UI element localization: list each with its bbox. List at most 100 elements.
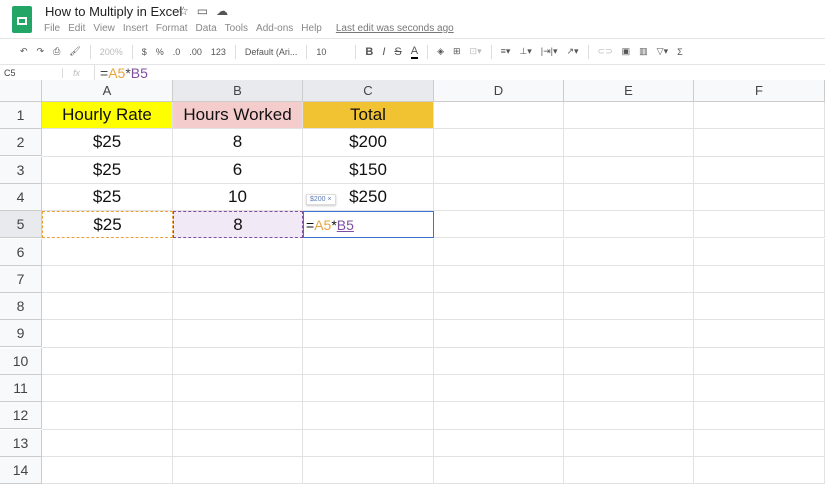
link-icon[interactable]: ⊂⊃ (598, 46, 613, 57)
cell-E3[interactable] (564, 156, 694, 184)
cell-B9[interactable] (173, 320, 303, 348)
cell-C9[interactable] (303, 320, 434, 348)
bold-button[interactable]: B (365, 46, 373, 58)
cell-B8[interactable] (173, 293, 303, 321)
cell-C13[interactable] (303, 429, 434, 457)
cell-F6[interactable] (694, 238, 825, 266)
cell-C12[interactable] (303, 402, 434, 430)
text-wrap-icon[interactable]: |⇥|▾ (541, 46, 558, 57)
cell-F11[interactable] (694, 375, 825, 403)
cell-B7[interactable] (173, 265, 303, 294)
menu-insert[interactable]: Insert (123, 23, 148, 34)
cell-A6[interactable] (42, 238, 173, 266)
cell-E11[interactable] (564, 375, 694, 403)
cell-D3[interactable] (434, 156, 564, 184)
doc-title[interactable]: How to Multiply in Excel (45, 4, 182, 19)
cell-A2[interactable]: $25 (42, 129, 173, 157)
font-size-select[interactable]: 10 (316, 47, 346, 57)
cell-F4[interactable] (694, 183, 825, 212)
cell-D9[interactable] (434, 320, 564, 348)
cell-D10[interactable] (434, 347, 564, 375)
cell-C8[interactable] (303, 293, 434, 321)
cell-B14[interactable] (173, 456, 303, 485)
cell-F8[interactable] (694, 293, 825, 321)
column-header-a[interactable]: A (42, 80, 173, 102)
cell-D6[interactable] (434, 238, 564, 266)
cell-A10[interactable] (42, 347, 173, 375)
redo-icon[interactable]: ↷ (37, 46, 45, 57)
cell-E10[interactable] (564, 347, 694, 375)
cell-D7[interactable] (434, 265, 564, 294)
print-icon[interactable]: ⎙ (53, 46, 60, 57)
cell-C11[interactable] (303, 375, 434, 403)
cell-A7[interactable] (42, 265, 173, 294)
chart-icon[interactable]: ▥ (639, 46, 648, 57)
cell-E12[interactable] (564, 402, 694, 430)
menu-tools[interactable]: Tools (225, 23, 248, 34)
cell-B6[interactable] (173, 238, 303, 266)
menu-addons[interactable]: Add-ons (256, 23, 293, 34)
cell-E6[interactable] (564, 238, 694, 266)
cell-D14[interactable] (434, 456, 564, 485)
cell-F10[interactable] (694, 347, 825, 375)
column-header-c[interactable]: C (303, 80, 434, 102)
row-header-1[interactable]: 1 (0, 102, 42, 129)
cell-F9[interactable] (694, 320, 825, 348)
cell-B13[interactable] (173, 429, 303, 457)
row-header-11[interactable]: 11 (0, 375, 42, 402)
cell-C5[interactable]: = A5 * B5 (303, 211, 434, 239)
undo-icon[interactable]: ↶ (20, 46, 28, 57)
percent-button[interactable]: % (156, 47, 164, 57)
menu-view[interactable]: View (93, 23, 115, 34)
cell-D4[interactable] (434, 183, 564, 212)
star-icon[interactable]: ☆ (178, 4, 189, 18)
menu-format[interactable]: Format (156, 23, 188, 34)
paint-format-icon[interactable]: 🖌 (69, 46, 80, 57)
sheets-logo-icon[interactable] (12, 6, 32, 33)
cell-D13[interactable] (434, 429, 564, 457)
row-header-8[interactable]: 8 (0, 293, 42, 321)
row-header-6[interactable]: 6 (0, 238, 42, 266)
cell-A1[interactable]: Hourly Rate (42, 102, 173, 130)
cell-D8[interactable] (434, 293, 564, 321)
cell-F14[interactable] (694, 456, 825, 485)
cell-E2[interactable] (564, 129, 694, 157)
cell-B3[interactable]: 6 (173, 156, 303, 184)
formula-input[interactable]: =A5*B5 (94, 64, 148, 81)
last-edit-link[interactable]: Last edit was seconds ago (336, 23, 454, 34)
row-header-12[interactable]: 12 (0, 402, 42, 430)
cell-C1[interactable]: Total (303, 102, 434, 130)
column-header-b[interactable]: B (173, 80, 303, 102)
cell-B5[interactable]: 8 (173, 211, 303, 239)
cell-E8[interactable] (564, 293, 694, 321)
row-header-3[interactable]: 3 (0, 156, 42, 184)
cell-B1[interactable]: Hours Worked (173, 102, 303, 130)
cell-E9[interactable] (564, 320, 694, 348)
text-rotate-icon[interactable]: ↗▾ (566, 46, 578, 57)
cell-A13[interactable] (42, 429, 173, 457)
more-formats-button[interactable]: 123 (211, 47, 226, 57)
decrease-decimal-button[interactable]: .0 (173, 47, 181, 57)
cell-A14[interactable] (42, 456, 173, 485)
cell-D5[interactable] (434, 211, 564, 239)
cell-E1[interactable] (564, 102, 694, 130)
cell-F3[interactable] (694, 156, 825, 184)
filter-icon[interactable]: ▽▾ (657, 46, 668, 57)
menu-data[interactable]: Data (196, 23, 217, 34)
row-header-10[interactable]: 10 (0, 347, 42, 375)
row-header-9[interactable]: 9 (0, 320, 42, 348)
cell-E13[interactable] (564, 429, 694, 457)
cell-E4[interactable] (564, 183, 694, 212)
merge-cells-icon[interactable]: ⊡▾ (470, 46, 482, 57)
cell-A9[interactable] (42, 320, 173, 348)
cell-A8[interactable] (42, 293, 173, 321)
cell-D1[interactable] (434, 102, 564, 130)
cell-F12[interactable] (694, 402, 825, 430)
cell-F7[interactable] (694, 265, 825, 294)
cell-A12[interactable] (42, 402, 173, 430)
functions-button[interactable]: Σ (677, 47, 683, 57)
menu-file[interactable]: File (44, 23, 60, 34)
zoom-select[interactable]: 200% (100, 47, 123, 57)
cell-C7[interactable] (303, 265, 434, 294)
cell-D2[interactable] (434, 129, 564, 157)
